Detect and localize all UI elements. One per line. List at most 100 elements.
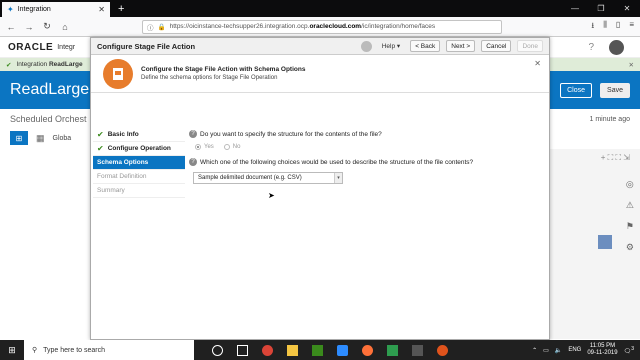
sidebar-icon[interactable]: ▯ <box>616 20 620 34</box>
download-icon[interactable]: ⭳ <box>591 20 594 34</box>
zoom-icon[interactable] <box>337 344 348 356</box>
browser-tab-bar: ✦ Integration ✕ + — ❐ ✕ <box>0 0 640 17</box>
check-circle-icon: ✔ <box>6 61 12 69</box>
dialog-banner: Configure the Stage File Action with Sch… <box>91 55 549 93</box>
banner-heading: Configure the Stage File Action with Sch… <box>141 66 306 73</box>
language-indicator[interactable]: ENG <box>568 347 581 353</box>
integration-favicon-icon: ✦ <box>7 5 14 14</box>
yes-radio[interactable]: Yes <box>195 144 214 150</box>
step-basic-info[interactable]: ✔ Basic Info <box>93 128 185 142</box>
restore-icon[interactable]: ❐ <box>588 0 614 17</box>
lock-icon: 🔒 <box>157 23 166 31</box>
forward-arrow-icon[interactable]: → <box>24 22 34 32</box>
url-bar[interactable]: ⓘ 🔒 https://oicinstance-techsupper26.int… <box>142 19 502 34</box>
cortana-icon[interactable] <box>212 344 223 356</box>
structure-choice-select[interactable]: Sample delimited document (e.g. CSV) ▾ <box>193 172 343 184</box>
app-name: Integr <box>57 43 76 51</box>
search-icon: ⚲ <box>32 347 38 354</box>
canvas-view-icon[interactable]: ⊞ <box>10 131 28 145</box>
home-icon[interactable]: ⌂ <box>60 22 70 32</box>
integration-title: ReadLargeFi <box>10 81 103 98</box>
actions-icon[interactable]: ⚙ <box>626 242 634 253</box>
camtasia-icon[interactable] <box>387 344 398 356</box>
dialog-body: ✔ Basic Info ✔ Configure Operation Schem… <box>91 94 549 339</box>
errors-icon[interactable]: ⚠ <box>626 200 634 211</box>
step-schema-options[interactable]: Schema Options <box>93 156 185 170</box>
configure-stage-file-dialog: Configure Stage File Action Help ▾ < Bac… <box>90 37 550 340</box>
question-structure: ? Do you want to specify the structure f… <box>189 130 529 138</box>
system-tray: ⌃ ▭ 🔈 ENG 11:05 PM 09-11-2019 🗨3 <box>532 343 640 357</box>
file-explorer-icon[interactable] <box>287 344 298 356</box>
taskbar-search[interactable]: ⚲ Type here to search <box>24 340 194 360</box>
new-tab-button[interactable]: + <box>118 2 124 17</box>
grid-view-icon[interactable]: ▦ <box>36 133 45 144</box>
window-controls: — ❐ ✕ <box>562 0 640 17</box>
canvas-right-panel: + ⛶ ⛶ ⇲ ◎ ⚠ ⚑ ⚙ <box>550 149 640 339</box>
cancel-button[interactable]: Cancel <box>481 40 512 52</box>
firefox-icon[interactable] <box>362 344 373 356</box>
side-icon-column: ◎ ⚠ ⚑ ⚙ <box>626 179 634 253</box>
back-button[interactable]: < Back <box>410 40 441 52</box>
notification-center-icon[interactable]: 🗨3 <box>624 346 634 355</box>
no-radio[interactable]: No <box>223 144 240 150</box>
minimize-icon[interactable]: — <box>562 0 588 17</box>
banner-close-icon[interactable]: ✕ <box>534 59 541 68</box>
windows-taskbar: ⊞ ⚲ Type here to search ⌃ ▭ 🔈 ENG 11:05 … <box>0 340 640 360</box>
network-icon[interactable]: ▭ <box>543 347 549 354</box>
chrome-icon[interactable] <box>262 344 273 356</box>
info-icon[interactable]: ⓘ <box>147 22 154 32</box>
browser-tab[interactable]: ✦ Integration ✕ <box>2 2 110 17</box>
close-button[interactable]: Close <box>560 82 593 98</box>
notification-text: Integration ReadLarge <box>16 61 83 68</box>
menu-icon[interactable]: ≡ <box>629 20 634 34</box>
firefox-dev-icon[interactable] <box>437 344 448 356</box>
step-format-definition[interactable]: Format Definition <box>93 170 185 184</box>
stage-file-icon <box>103 58 133 89</box>
canvas-node[interactable] <box>598 235 612 249</box>
tray-chevron-icon[interactable]: ⌃ <box>532 347 537 354</box>
reload-icon[interactable]: ↻ <box>42 21 52 32</box>
zoom-controls-icon[interactable]: + ⛶ ⛶ ⇲ <box>601 153 630 163</box>
checkmark-icon: ✔ <box>97 130 104 139</box>
url-text: https://oicinstance-techsupper26.integra… <box>169 23 436 30</box>
windows-start-icon[interactable]: ⊞ <box>0 340 24 360</box>
yes-no-radio-group: Yes No <box>195 144 529 150</box>
integration-style: Scheduled Orchest <box>10 114 87 124</box>
global-label[interactable]: Globa <box>53 135 72 142</box>
question-help-icon[interactable]: ? <box>189 158 197 166</box>
tab-title: Integration <box>17 6 51 13</box>
schema-options-form: ? Do you want to specify the structure f… <box>189 130 529 184</box>
help-menu[interactable]: Help ▾ <box>382 42 400 50</box>
banner-subtext: Define the schema options for Stage File… <box>141 75 278 81</box>
tracking-icon[interactable]: ⚑ <box>626 221 634 232</box>
oracle-logo: ORACLE <box>8 41 54 53</box>
volume-icon[interactable]: 🔈 <box>555 347 562 354</box>
step-summary[interactable]: Summary <box>93 184 185 198</box>
snipping-icon[interactable] <box>412 344 423 356</box>
app-icon[interactable] <box>312 344 323 356</box>
wizard-steps: ✔ Basic Info ✔ Configure Operation Schem… <box>93 128 185 198</box>
done-button[interactable]: Done <box>517 40 543 52</box>
notification-close-icon[interactable]: ✕ <box>629 61 634 69</box>
task-view-icon[interactable] <box>237 344 248 356</box>
avatar[interactable] <box>609 40 624 55</box>
window-close-icon[interactable]: ✕ <box>614 0 640 17</box>
close-tab-icon[interactable]: ✕ <box>98 5 105 14</box>
library-icon[interactable]: ⫼ <box>603 20 607 34</box>
last-saved-text: 1 minute ago <box>589 115 630 123</box>
next-button[interactable]: Next > <box>446 40 476 52</box>
save-button[interactable]: Save <box>600 82 630 98</box>
dialog-header: Configure Stage File Action Help ▾ < Bac… <box>91 38 549 55</box>
app-help-icon[interactable]: ? <box>588 42 594 53</box>
target-icon[interactable]: ◎ <box>626 179 634 190</box>
checkmark-icon: ✔ <box>97 144 104 153</box>
chevron-down-icon[interactable]: ▾ <box>334 173 342 183</box>
back-arrow-icon[interactable]: ← <box>6 22 16 32</box>
step-configure-operation[interactable]: ✔ Configure Operation <box>93 142 185 156</box>
question-help-icon[interactable]: ? <box>189 130 197 138</box>
user-icon <box>360 40 372 52</box>
clock[interactable]: 11:05 PM 09-11-2019 <box>587 343 617 357</box>
question-structure-choice: ? Which one of the following choices wou… <box>189 158 529 166</box>
browser-nav-bar: ← → ↻ ⌂ ⓘ 🔒 https://oicinstance-techsupp… <box>0 17 640 37</box>
taskbar-apps <box>212 344 448 356</box>
